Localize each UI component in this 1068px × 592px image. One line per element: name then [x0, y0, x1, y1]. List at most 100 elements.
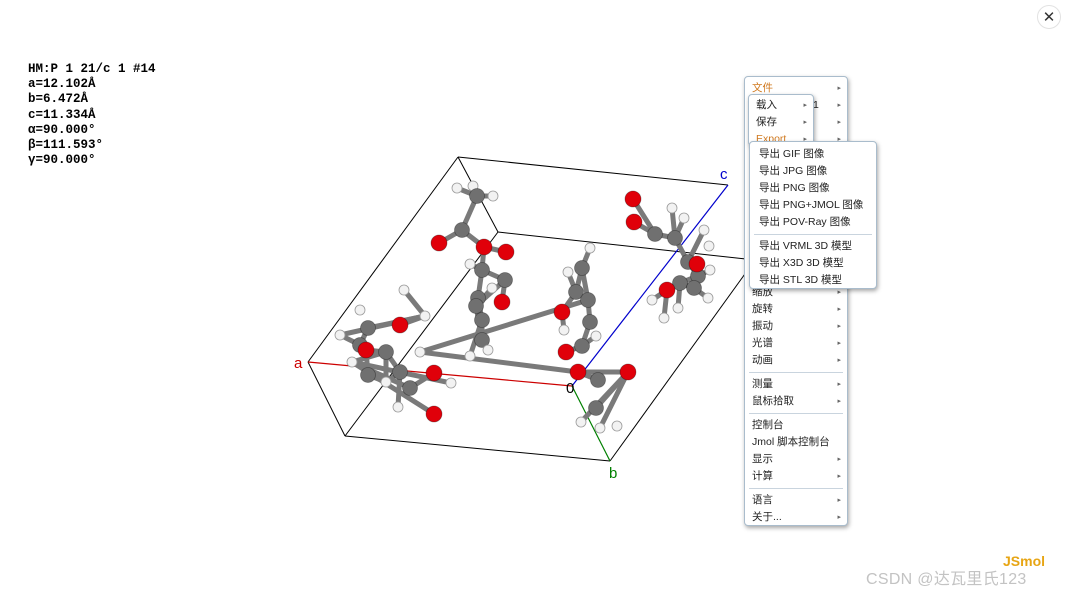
hydrogen-atom[interactable]	[398, 284, 410, 296]
menu-item-export-stl[interactable]: 导出 STL 3D 模型	[750, 272, 876, 289]
menu-item-load-label: 载入	[756, 99, 777, 111]
carbon-atom[interactable]	[574, 338, 590, 354]
hydrogen-atom[interactable]	[704, 264, 716, 276]
hydrogen-atom[interactable]	[703, 240, 715, 252]
oxygen-atom[interactable]	[625, 213, 643, 231]
hydrogen-atom[interactable]	[575, 416, 587, 428]
hydrogen-atom[interactable]	[354, 304, 366, 316]
carbon-atom[interactable]	[378, 344, 394, 360]
hydrogen-atom[interactable]	[487, 190, 499, 202]
hydrogen-atom[interactable]	[678, 212, 690, 224]
carbon-atom[interactable]	[360, 367, 376, 383]
menu-item-export-png-jmol[interactable]: 导出 PNG+JMOL 图像	[750, 197, 876, 214]
oxygen-atom[interactable]	[688, 255, 706, 273]
oxygen-atom[interactable]	[658, 281, 676, 299]
hydrogen-atom[interactable]	[346, 356, 358, 368]
oxygen-atom[interactable]	[357, 341, 375, 359]
hydrogen-atom[interactable]	[419, 310, 431, 322]
menu-item-spectra[interactable]: 光谱 ▸	[745, 335, 847, 352]
oxygen-atom[interactable]	[553, 303, 571, 321]
hydrogen-atom[interactable]	[611, 420, 623, 432]
hydrogen-atom[interactable]	[380, 376, 392, 388]
menu-separator	[749, 372, 843, 373]
menu-item-measure[interactable]: 测量 ▸	[745, 376, 847, 393]
hydrogen-atom[interactable]	[672, 302, 684, 314]
menu-item-export-png[interactable]: 导出 PNG 图像	[750, 180, 876, 197]
hydrogen-atom[interactable]	[646, 294, 658, 306]
close-button[interactable]: ✕	[1037, 5, 1061, 29]
carbon-atom[interactable]	[580, 292, 596, 308]
hydrogen-atom[interactable]	[562, 266, 574, 278]
menu-item-about[interactable]: 关于... ▸	[745, 509, 847, 526]
menu-item-script-console[interactable]: Jmol 脚本控制台	[745, 434, 847, 451]
oxygen-atom[interactable]	[425, 405, 443, 423]
hydrogen-atom[interactable]	[392, 401, 404, 413]
menu-item-language[interactable]: 语言 ▸	[745, 492, 847, 509]
hydrogen-atom[interactable]	[486, 282, 498, 294]
hydrogen-atom[interactable]	[482, 344, 494, 356]
menu-item-export-gif[interactable]: 导出 GIF 图像	[750, 146, 876, 163]
carbon-atom[interactable]	[582, 314, 598, 330]
carbon-atom[interactable]	[392, 364, 408, 380]
carbon-atom[interactable]	[468, 298, 484, 314]
oxygen-atom[interactable]	[557, 343, 575, 361]
menu-item-pick-label: 鼠标拾取	[752, 395, 794, 407]
menu-item-save-label: 保存	[756, 116, 777, 128]
hydrogen-atom[interactable]	[594, 422, 606, 434]
hydrogen-atom[interactable]	[445, 377, 457, 389]
oxygen-atom[interactable]	[569, 363, 587, 381]
hydrogen-atom[interactable]	[464, 350, 476, 362]
hydrogen-atom[interactable]	[698, 224, 710, 236]
oxygen-atom[interactable]	[475, 238, 493, 256]
menu-item-vibrate[interactable]: 振动 ▸	[745, 318, 847, 335]
menu-item-pick[interactable]: 鼠标拾取 ▸	[745, 393, 847, 410]
carbon-atom[interactable]	[497, 272, 513, 288]
hydrogen-atom[interactable]	[334, 329, 346, 341]
carbon-atom[interactable]	[474, 262, 490, 278]
menu-item-export-jpg[interactable]: 导出 JPG 图像	[750, 163, 876, 180]
menu-item-export-x3d[interactable]: 导出 X3D 3D 模型	[750, 255, 876, 272]
menu-item-animation[interactable]: 动画 ▸	[745, 352, 847, 369]
hydrogen-atom[interactable]	[584, 242, 596, 254]
hydrogen-atom[interactable]	[702, 292, 714, 304]
hydrogen-atom[interactable]	[590, 330, 602, 342]
oxygen-atom[interactable]	[497, 243, 515, 261]
hydrogen-atom[interactable]	[414, 346, 426, 358]
carbon-atom[interactable]	[667, 230, 683, 246]
export-submenu: 导出 GIF 图像 导出 JPG 图像 导出 PNG 图像 导出 PNG+JMO…	[749, 141, 877, 289]
menu-item-export-povray[interactable]: 导出 POV-Ray 图像	[750, 214, 876, 231]
carbon-atom[interactable]	[469, 188, 485, 204]
oxygen-atom[interactable]	[493, 293, 511, 311]
menu-item-script-console-label: Jmol 脚本控制台	[752, 436, 830, 448]
chevron-right-icon: ▸	[837, 473, 841, 480]
carbon-atom[interactable]	[402, 380, 418, 396]
oxygen-atom[interactable]	[430, 234, 448, 252]
carbon-atom[interactable]	[474, 312, 490, 328]
menu-item-rotate[interactable]: 旋转 ▸	[745, 301, 847, 318]
hydrogen-atom[interactable]	[666, 202, 678, 214]
menu-item-export-vrml[interactable]: 导出 VRML 3D 模型	[750, 238, 876, 255]
carbon-atom[interactable]	[647, 226, 663, 242]
hydrogen-atom[interactable]	[658, 312, 670, 324]
carbon-atom[interactable]	[574, 260, 590, 276]
hydrogen-atom[interactable]	[451, 182, 463, 194]
oxygen-atom[interactable]	[391, 316, 409, 334]
carbon-atom[interactable]	[360, 320, 376, 336]
menu-item-load[interactable]: 载入 ▸	[749, 97, 813, 114]
hydrogen-atom[interactable]	[464, 258, 476, 270]
molecule-viewer-canvas[interactable]: a c b 0	[0, 0, 1068, 592]
menu-item-save[interactable]: 保存 ▸	[749, 114, 813, 131]
carbon-atom[interactable]	[454, 222, 470, 238]
oxygen-atom[interactable]	[619, 363, 637, 381]
oxygen-atom[interactable]	[624, 190, 642, 208]
menu-item-console[interactable]: 控制台	[745, 417, 847, 434]
oxygen-atom[interactable]	[425, 364, 443, 382]
menu-item-measure-label: 测量	[752, 378, 773, 390]
carbon-atom[interactable]	[686, 280, 702, 296]
hydrogen-atom[interactable]	[558, 324, 570, 336]
carbon-atom[interactable]	[590, 372, 606, 388]
menu-item-vibrate-label: 振动	[752, 320, 773, 332]
menu-item-compute[interactable]: 计算 ▸	[745, 468, 847, 485]
carbon-atom[interactable]	[588, 400, 604, 416]
menu-item-display[interactable]: 显示 ▸	[745, 451, 847, 468]
